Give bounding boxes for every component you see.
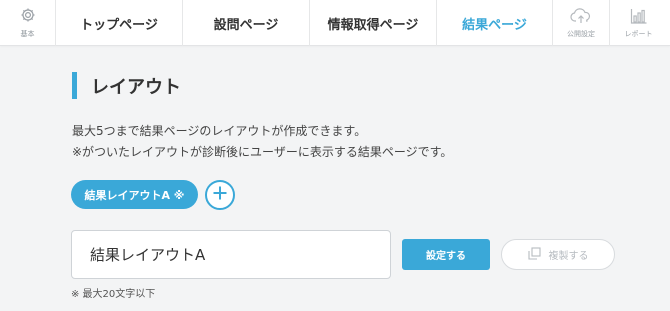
nav-basic-settings[interactable]: 基本 [0, 0, 56, 46]
tab-result-page[interactable]: 結果ページ [437, 0, 553, 46]
nav-publish-settings[interactable]: 公開設定 [553, 0, 610, 46]
layout-name-input[interactable] [71, 230, 391, 279]
nav-report-label: レポート [624, 29, 653, 38]
tab-info-page[interactable]: 情報取得ページ [310, 0, 437, 46]
input-note: ※ 最大20文字以下 [71, 289, 156, 300]
description: 最大5つまで結果ページのレイアウトが作成できます。 ※がついたレイアウトが診断後… [72, 121, 452, 163]
gear-icon [20, 7, 36, 27]
duplicate-button[interactable]: 複製する [501, 239, 615, 270]
tab-top-page-label: トップページ [80, 17, 158, 33]
description-line-2: ※がついたレイアウトが診断後にユーザーに表示する結果ページです。 [72, 145, 453, 159]
cloud-upload-icon [570, 7, 592, 28]
layout-tab-result-a[interactable]: 結果レイアウトA ※ [71, 180, 198, 209]
nav-report[interactable]: レポート [610, 0, 667, 46]
description-line-1: 最大5つまで結果ページのレイアウトが作成できます。 [72, 124, 367, 138]
bar-chart-icon [630, 8, 648, 28]
tab-question-page-label: 設問ページ [213, 17, 279, 33]
add-layout-button[interactable] [205, 180, 235, 210]
duplicate-button-label: 複製する [548, 251, 589, 262]
nav-publish-label: 公開設定 [567, 29, 595, 38]
set-button[interactable]: 設定する [402, 239, 490, 270]
top-navigation: 基本 トップページ 設問ページ 情報取得ページ 結果ページ 公開設定 レポート [0, 0, 670, 46]
layout-tab-label: 結果レイアウトA ※ [84, 188, 185, 202]
tab-top-page[interactable]: トップページ [56, 0, 183, 46]
nav-basic-label: 基本 [20, 30, 35, 38]
section-heading: レイアウト [72, 72, 181, 99]
tab-result-page-label: 結果ページ [462, 17, 527, 33]
copy-icon [527, 246, 549, 263]
tab-question-page[interactable]: 設問ページ [183, 0, 310, 46]
set-button-label: 設定する [426, 251, 466, 262]
tab-info-page-label: 情報取得ページ [327, 17, 419, 33]
heading-accent-bar [72, 72, 77, 99]
page-title: レイアウト [91, 76, 181, 98]
plus-icon [212, 185, 228, 205]
